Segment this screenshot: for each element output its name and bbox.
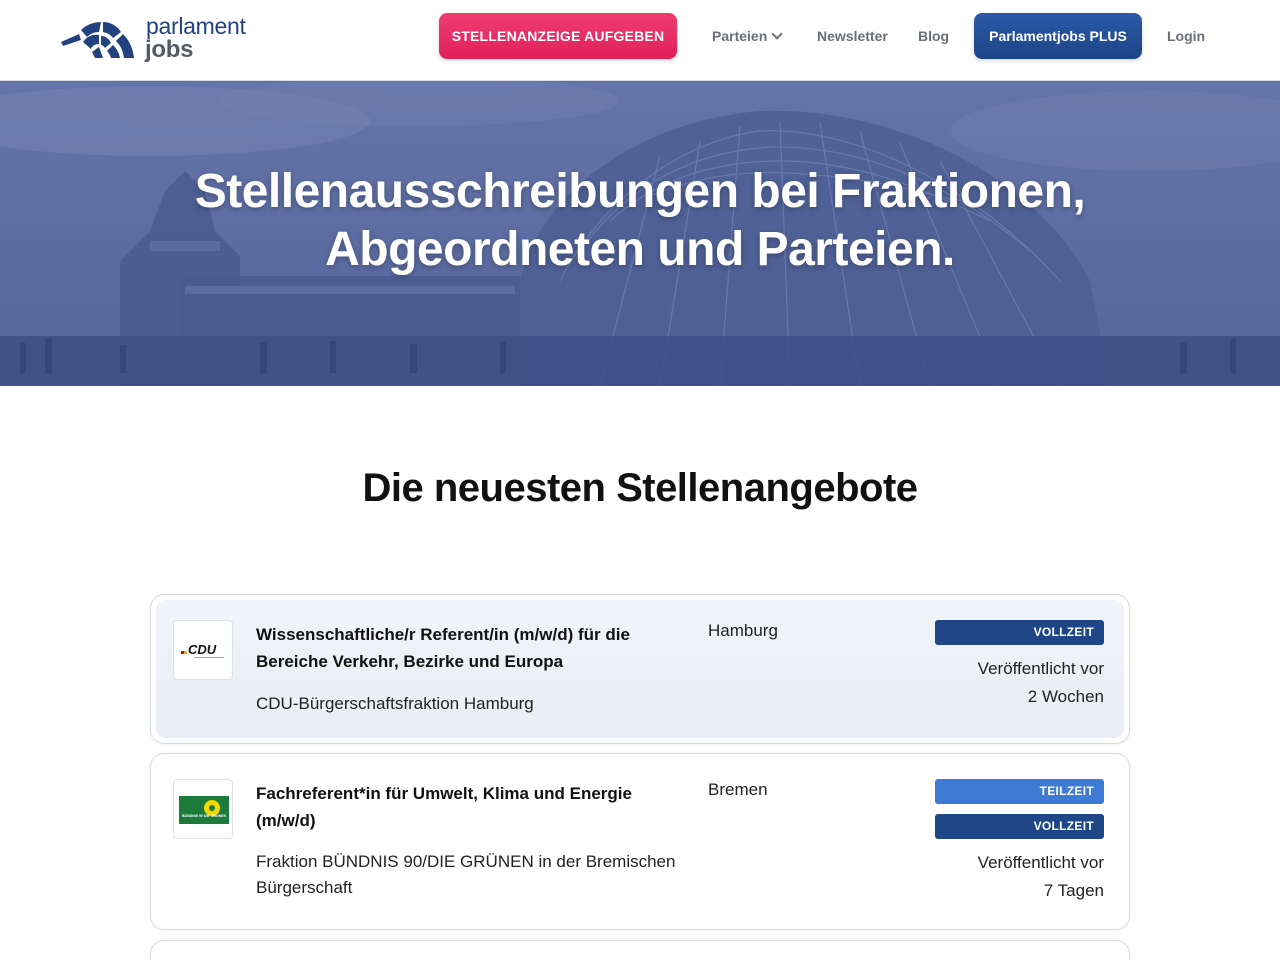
- site-header: parlament jobs STELLENANZEIGE AUFGEBEN P…: [0, 0, 1280, 81]
- parliament-arc-icon: [61, 22, 134, 58]
- job-title[interactable]: Fachreferent*in für Umwelt, Klima und En…: [256, 780, 676, 834]
- nav-newsletter[interactable]: Newsletter: [817, 28, 888, 44]
- nav-login[interactable]: Login: [1167, 28, 1205, 44]
- job-card[interactable]: CDU Wissenschaftliche/r Referent/in (m/w…: [150, 594, 1130, 744]
- site-logo[interactable]: parlament jobs: [59, 13, 269, 68]
- gruene-logo: BÜNDNIS 90 DIE GRÜNEN: [173, 779, 233, 839]
- nav-blog[interactable]: Blog: [918, 28, 949, 44]
- published-ago: 7 Tagen: [1043, 881, 1104, 900]
- hero-banner: Stellenausschreibungen bei Fraktionen, A…: [0, 81, 1280, 386]
- published-label: Veröffentlicht vor: [977, 659, 1104, 678]
- job-organization: CDU-Bürgerschaftsfraktion Hamburg: [256, 694, 534, 713]
- section-title: Die neuesten Stellenangebote: [362, 466, 918, 510]
- job-card[interactable]: [150, 940, 1130, 960]
- hero-title: Stellenausschreibungen bei Fraktionen, A…: [0, 163, 1280, 279]
- badge-vollzeit: VOLLZEIT: [935, 814, 1104, 839]
- job-location: Hamburg: [708, 621, 778, 640]
- job-location: Bremen: [708, 780, 768, 799]
- job-organization: Fraktion BÜNDNIS 90/DIE GRÜNEN in der Br…: [256, 852, 676, 897]
- logo-text-jobs: jobs: [145, 36, 194, 63]
- published-date: Veröffentlicht vor 7 Tagen: [904, 849, 1104, 905]
- parlamentjobs-plus-button[interactable]: Parlamentjobs PLUS: [974, 13, 1142, 59]
- hero-title-line1: Stellenausschreibungen bei Fraktionen,: [194, 165, 1086, 218]
- published-ago: 2 Wochen: [1027, 687, 1104, 706]
- gruene-logo-text: BÜNDNIS 90 DIE GRÜNEN: [182, 813, 226, 818]
- published-date: Veröffentlicht vor 2 Wochen: [904, 655, 1104, 711]
- badge-vollzeit: VOLLZEIT: [935, 620, 1104, 645]
- published-label: Veröffentlicht vor: [977, 853, 1104, 872]
- cdu-logo: CDU: [173, 620, 233, 680]
- hero-title-line2: Abgeordneten und Parteien.: [325, 223, 955, 276]
- chevron-down-icon: [771, 28, 783, 40]
- cdu-logo-text: CDU: [188, 642, 217, 657]
- job-card[interactable]: BÜNDNIS 90 DIE GRÜNEN Fachreferent*in fü…: [150, 753, 1130, 930]
- job-title[interactable]: Wissenschaftliche/r Referent/in (m/w/d) …: [256, 621, 676, 675]
- post-job-button[interactable]: STELLENANZEIGE AUFGEBEN: [439, 13, 677, 59]
- nav-parteien[interactable]: Parteien: [712, 28, 783, 44]
- badge-teilzeit: TEILZEIT: [935, 779, 1104, 804]
- nav-parteien-label: Parteien: [712, 28, 768, 44]
